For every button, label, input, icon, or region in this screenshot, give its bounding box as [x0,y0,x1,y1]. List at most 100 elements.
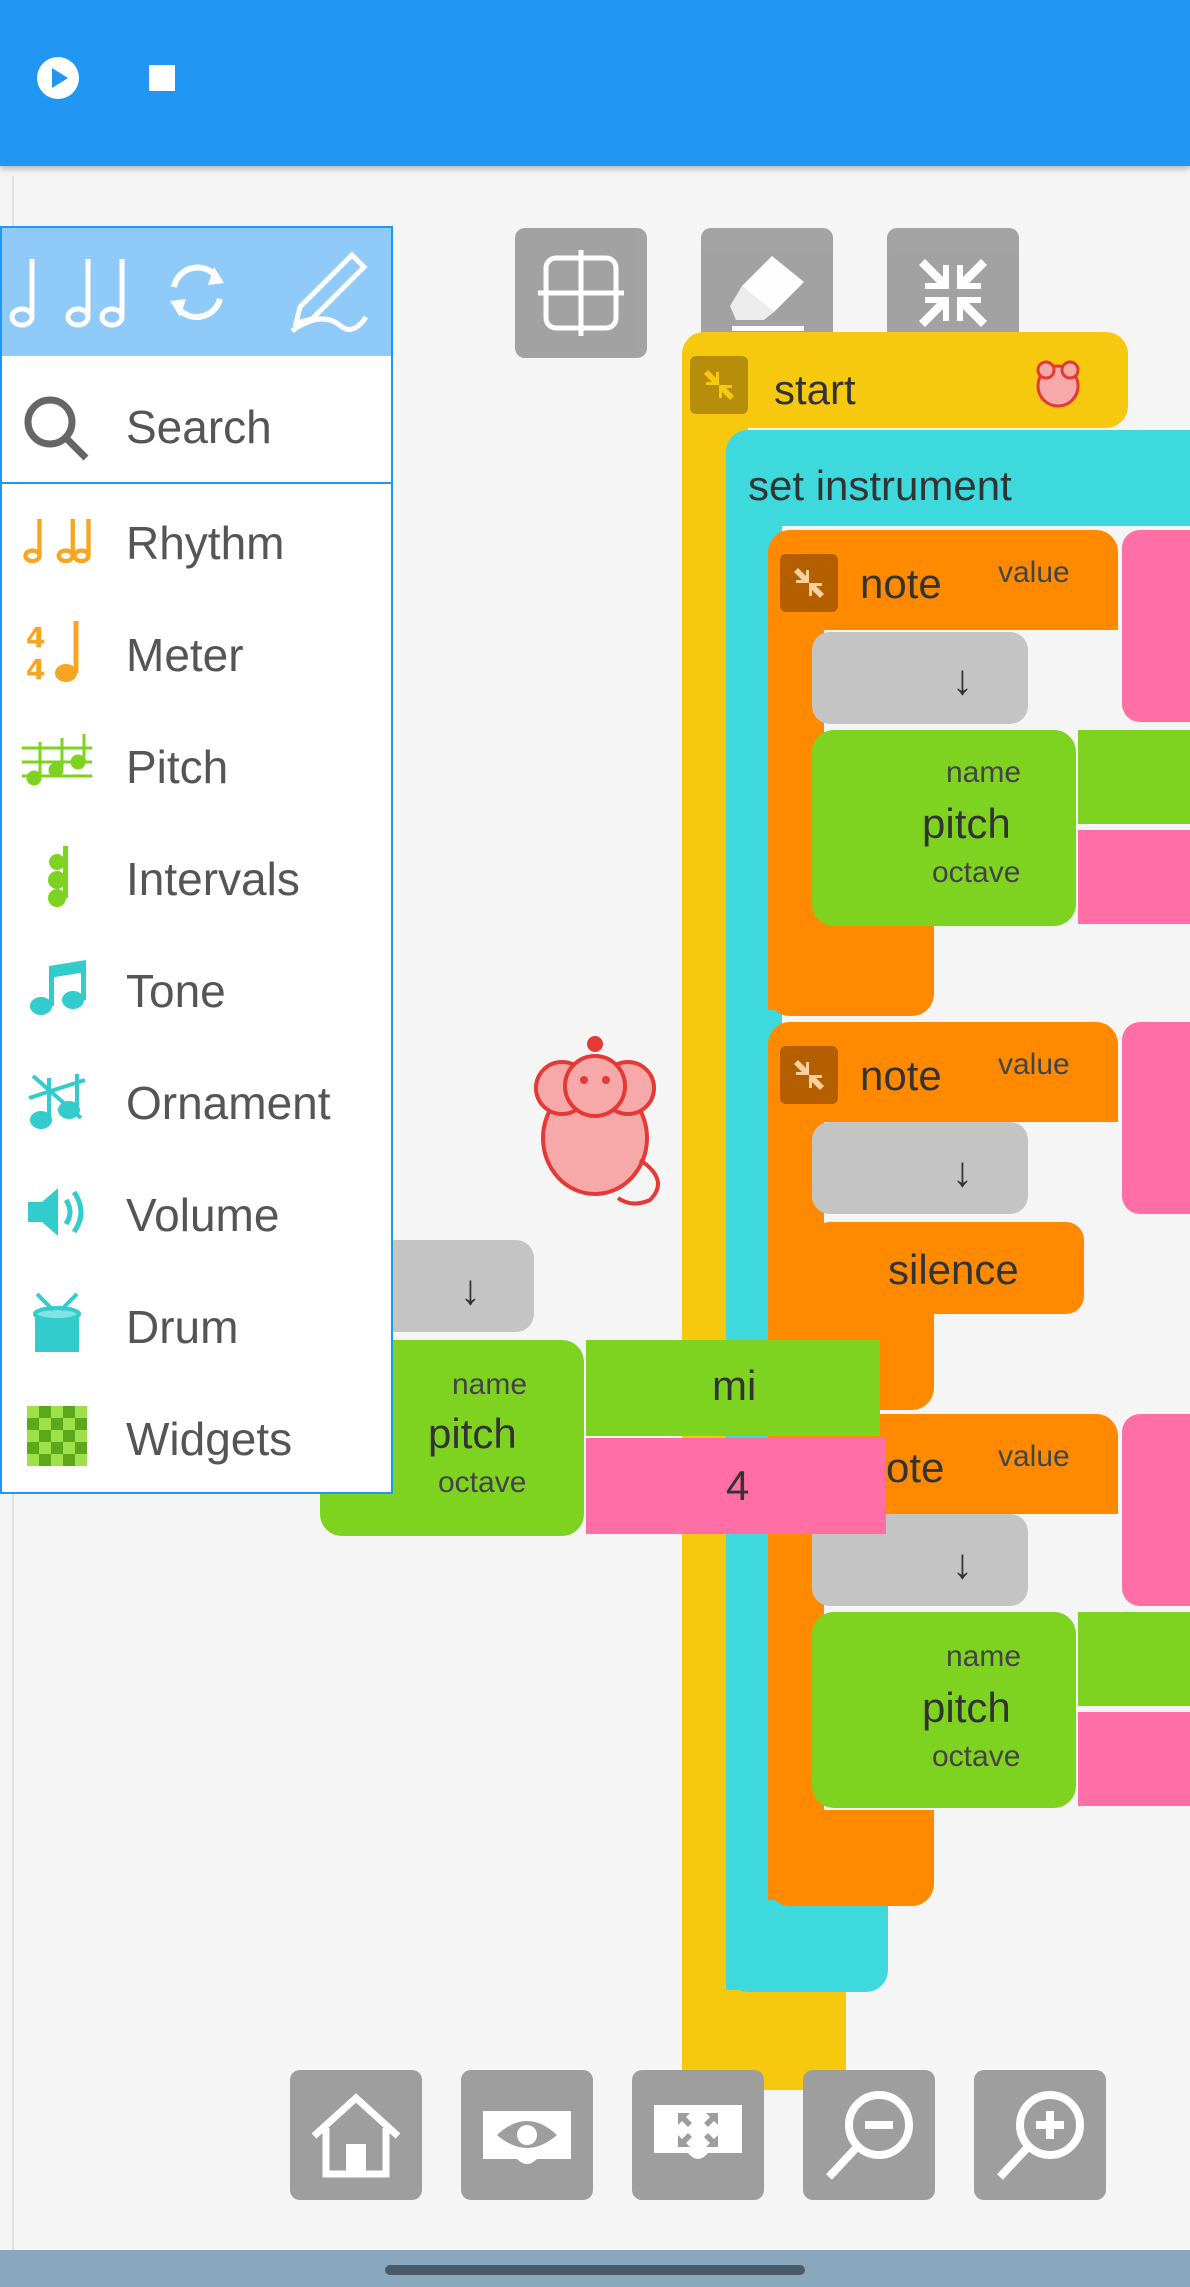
note-3-value-label: value [998,1440,1070,1473]
zoom-out-button[interactable] [803,2070,935,2200]
arrow-block-2[interactable] [812,1122,1028,1214]
palette-item-widgets[interactable]: Widgets [2,1380,391,1492]
drum-label: Drum [126,1301,239,1353]
refresh-icon [170,264,224,320]
palette-item-ornament[interactable]: Ornament [2,1044,391,1156]
grid-button[interactable] [515,228,647,358]
set-instrument-foot [726,1900,888,1992]
tab-artwork[interactable] [272,242,382,342]
pitch-1-octave-label: octave [932,856,1021,889]
palette-item-meter[interactable]: 44 Meter [2,596,391,708]
palette-item-volume[interactable]: Volume [2,1156,391,1268]
mouse-icon [1036,360,1080,408]
pitch-3-octave-label: octave [932,1740,1021,1773]
home-indicator[interactable] [385,2265,805,2275]
pitch-label: Pitch [126,741,229,793]
app-root: start set instrument note value ↓ name p… [0,0,1190,2287]
note-1-value-slot[interactable] [1122,530,1190,722]
pitch-3-octave-slot[interactable] [1078,1712,1190,1806]
pitch-1-name-slot[interactable] [1078,730,1190,824]
palette-tabs [2,228,391,356]
start-label: start [774,366,856,413]
pitch-1-name-label: name [946,756,1022,789]
svg-text:4: 4 [26,621,45,654]
arrow-block-1[interactable] [812,632,1028,724]
pencil-icon [290,251,369,334]
search-label: Search [126,401,272,453]
music-notes-icon [9,259,125,328]
pitch-detached-label: pitch [428,1410,517,1457]
home-button[interactable] [290,2070,422,2200]
tab-music[interactable] [8,242,128,342]
zoom-in-button[interactable] [974,2070,1106,2200]
note-2-value-label: value [998,1048,1070,1081]
start-collapse-icon[interactable] [690,356,748,414]
note-block-1-foot [768,920,934,1016]
zoom-out-icon [826,2091,913,2180]
widgets-icon [27,1406,87,1466]
arrow-detached-label: ↓ [460,1266,481,1313]
palette-item-rhythm[interactable]: Rhythm [2,484,391,596]
note-2-collapse-icon[interactable] [780,1046,838,1104]
palette-item-tone[interactable]: Tone [2,932,391,1044]
expand-icon [654,2105,742,2159]
pitch-3-label: pitch [922,1684,1011,1731]
pitch-1-label: pitch [922,800,1011,847]
tone-label: Tone [126,965,226,1017]
silence-label: silence [888,1246,1019,1293]
set-instrument-label: set instrument [748,462,1012,509]
stop-icon [149,65,175,91]
meter-label: Meter [126,629,244,681]
expand-button[interactable] [632,2070,764,2200]
intervals-label: Intervals [126,853,300,905]
intervals-icon [48,846,68,907]
pitch-3-name-slot[interactable] [1078,1612,1190,1706]
block-palette: Search Rhythm 44 Meter Pitch Intervals T… [0,226,393,1494]
collapse-icon [919,259,987,327]
arrow-2-label: ↓ [952,1148,973,1195]
home-icon [311,2093,401,2178]
eye-icon [483,2111,571,2164]
pitch-icon [22,734,92,786]
search-icon [24,396,89,461]
palette-search[interactable]: Search [2,356,391,484]
pitch-detached-name-label: name [452,1368,528,1401]
play-button[interactable] [26,46,90,110]
palette-item-drum[interactable]: Drum [2,1268,391,1380]
pitch-detached-octave-label: octave [438,1466,527,1499]
rhythm-icon [23,519,91,564]
palette-item-pitch[interactable]: Pitch [2,708,391,820]
show-hide-button[interactable] [461,2070,593,2200]
meter-icon: 44 [26,621,79,686]
note-1-value-label: value [998,556,1070,589]
arrow-3-label: ↓ [952,1540,973,1587]
tab-flow[interactable] [152,242,242,342]
mouse-turtle-icon[interactable] [520,1030,680,1210]
widgets-label: Widgets [126,1413,293,1465]
tone-icon [30,960,86,1015]
zoom-in-icon [997,2091,1084,2180]
arrow-1-label: ↓ [952,656,973,703]
pitch-3-name-label: name [946,1640,1022,1673]
stop-button[interactable] [130,46,194,110]
note-1-collapse-icon[interactable] [780,554,838,612]
grid-icon [538,250,624,336]
drum-icon [33,1292,81,1352]
volume-label: Volume [126,1189,280,1241]
play-icon [37,57,79,99]
ornament-label: Ornament [126,1077,331,1129]
note-2-value-slot[interactable] [1122,1022,1190,1214]
ornament-icon [28,1074,86,1129]
note-1-label: note [860,560,942,607]
note-3-label: ote [886,1444,945,1491]
note-3-value-slot[interactable] [1122,1414,1190,1606]
palette-item-intervals[interactable]: Intervals [2,820,391,932]
octave-4-label: 4 [726,1462,750,1509]
note-block-3-foot [768,1810,934,1906]
eraser-icon [730,256,804,331]
svg-text:4: 4 [26,653,45,686]
arrow-block-detached[interactable] [378,1240,534,1332]
note-2-label: note [860,1052,942,1099]
mi-label: mi [712,1362,757,1409]
pitch-1-octave-slot[interactable] [1078,830,1190,924]
